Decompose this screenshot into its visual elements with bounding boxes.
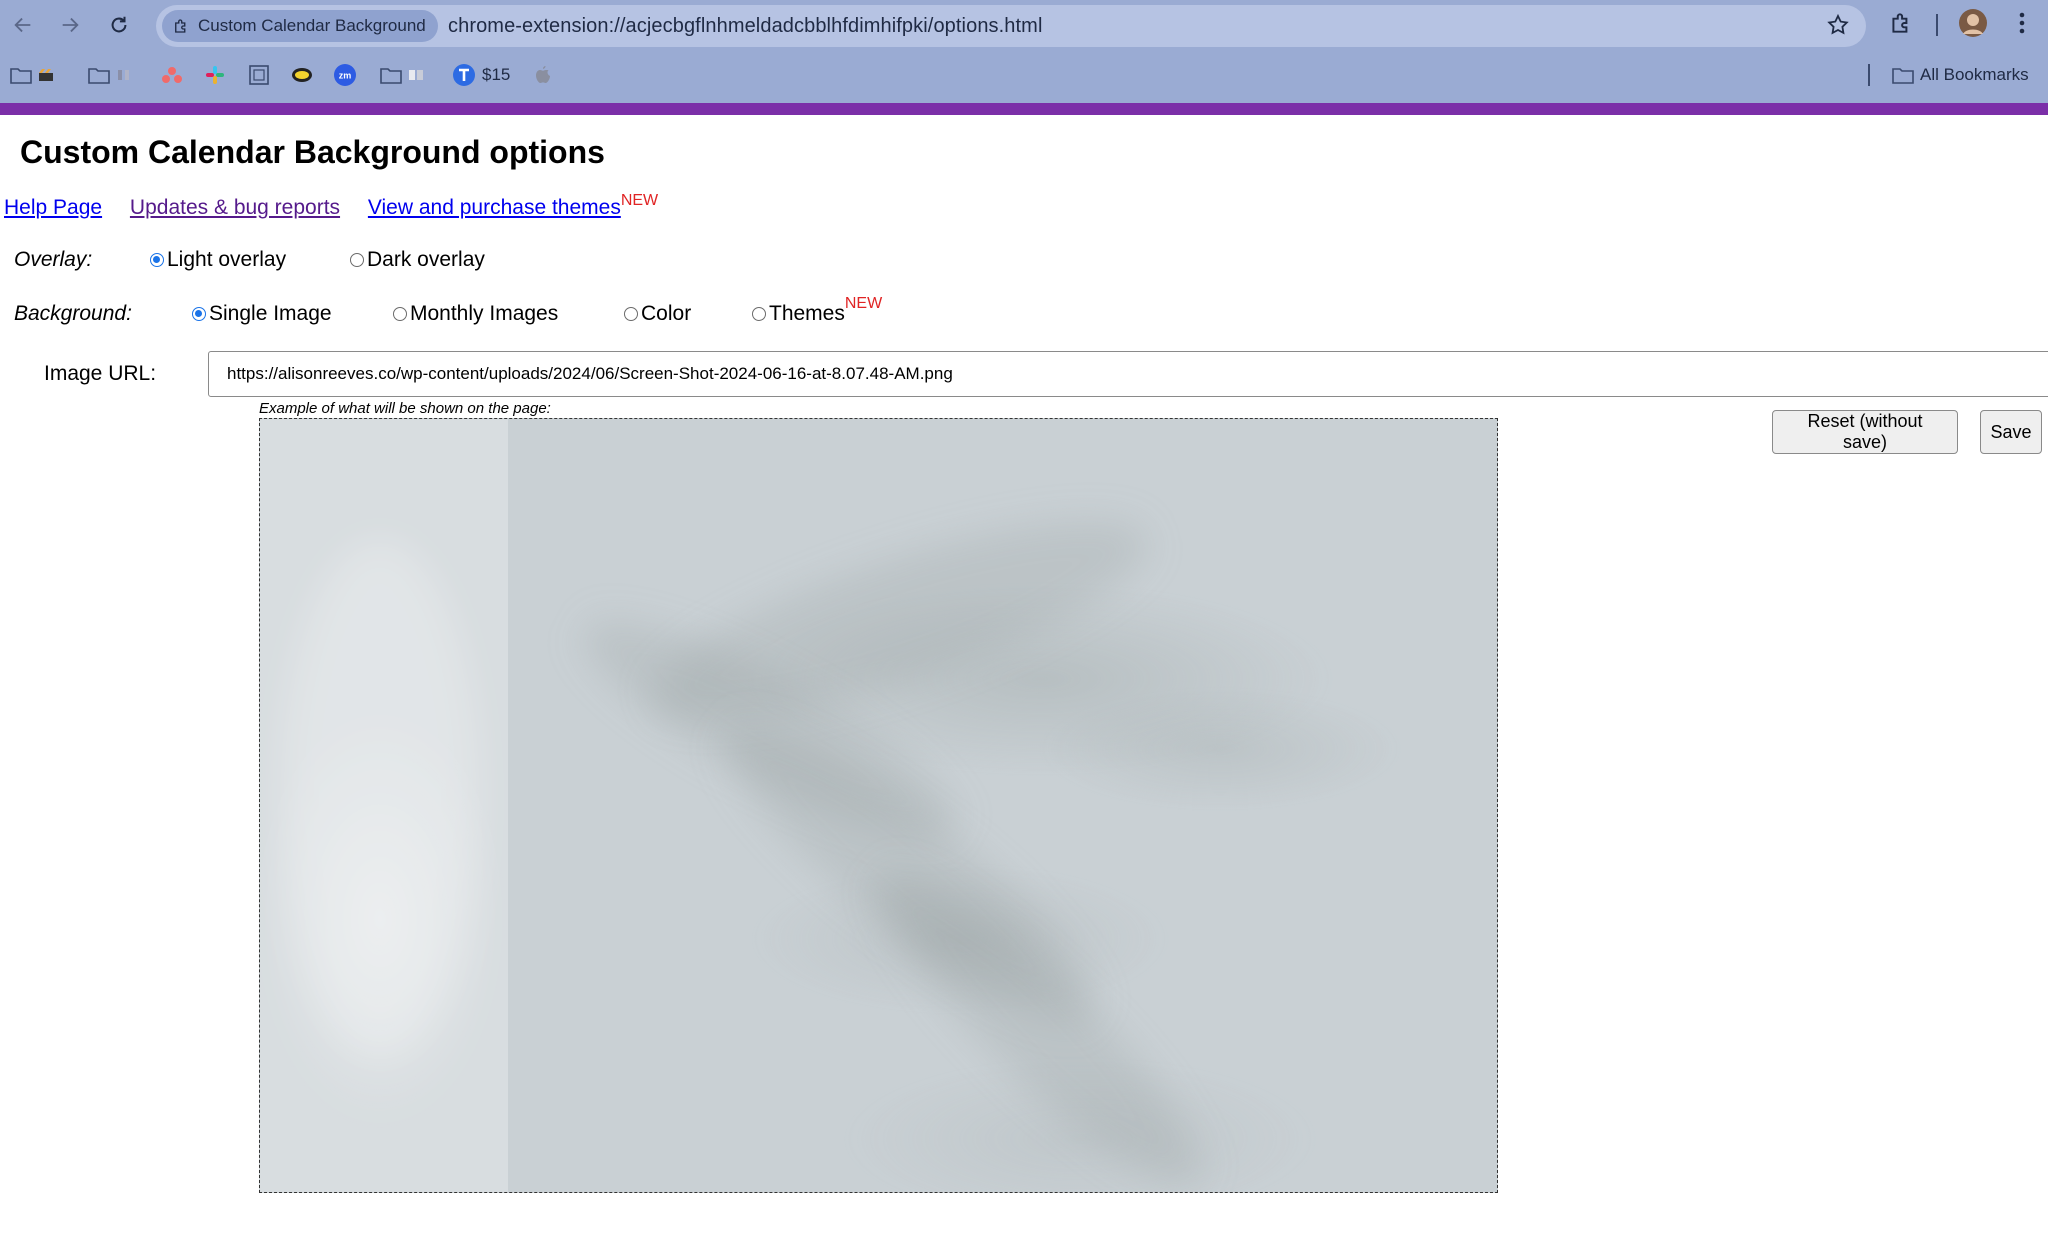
- bookmark-folder-1[interactable]: [10, 62, 54, 88]
- folder-icon: [10, 68, 32, 84]
- preview-caption: Example of what will be shown on the pag…: [259, 400, 551, 417]
- view-purchase-themes-link[interactable]: View and purchase themes: [368, 196, 621, 219]
- bookmark-price[interactable]: $15: [452, 62, 510, 88]
- light-overlay-label: Light overlay: [167, 248, 287, 271]
- bookmark-frame[interactable]: [248, 62, 270, 88]
- background-option-monthly[interactable]: Monthly Images: [393, 302, 558, 326]
- dark-overlay-radio[interactable]: [350, 253, 364, 267]
- bookmark-folder-2[interactable]: [88, 62, 132, 88]
- new-badge: NEW: [620, 192, 659, 209]
- reset-button[interactable]: Reset (without save): [1772, 410, 1958, 454]
- header-links: Help Page Updates & bug reports View and…: [4, 192, 658, 220]
- slack-icon: [206, 66, 224, 84]
- monthly-images-label: Monthly Images: [410, 302, 559, 325]
- monthly-images-radio[interactable]: [393, 307, 407, 321]
- background-option-themes[interactable]: Themes NEW: [752, 295, 882, 326]
- tools-icon: [118, 70, 129, 80]
- bookmark-zoom[interactable]: zm: [333, 62, 357, 88]
- reload-icon: [111, 16, 127, 33]
- folder-icon: [1892, 68, 1914, 84]
- browser-chrome: Custom Calendar Background chrome-extens…: [0, 0, 2048, 103]
- avatar-icon: [1959, 9, 1987, 37]
- themes-new-badge: NEW: [844, 295, 883, 312]
- extensions-button[interactable]: [1888, 10, 1914, 41]
- reload-button[interactable]: [104, 10, 134, 40]
- image-url-input[interactable]: [208, 351, 2048, 397]
- save-button[interactable]: Save: [1980, 410, 2042, 454]
- bookmark-folder-3[interactable]: [380, 62, 424, 88]
- folder-icon: [380, 68, 402, 84]
- clapper-icon: [39, 69, 53, 81]
- updates-bug-reports-link[interactable]: Updates & bug reports: [130, 196, 340, 219]
- kebab-menu-icon: [2019, 12, 2025, 34]
- themes-radio[interactable]: [752, 307, 766, 321]
- folder-icon: [88, 68, 110, 84]
- address-bar[interactable]: Custom Calendar Background chrome-extens…: [156, 5, 1866, 47]
- background-row: Background:: [14, 302, 132, 326]
- book-icon: [409, 70, 423, 80]
- puzzle-icon: [1892, 13, 1908, 33]
- overlay-option-light[interactable]: Light overlay: [150, 248, 286, 272]
- single-image-label: Single Image: [209, 302, 332, 325]
- overlay-row: Overlay:: [14, 248, 92, 272]
- star-icon: [1827, 13, 1849, 35]
- help-page-link[interactable]: Help Page: [4, 196, 102, 219]
- toolbar-separator: [1936, 14, 1938, 36]
- bookmark-loop[interactable]: [290, 62, 314, 88]
- single-image-radio[interactable]: [192, 307, 206, 321]
- bookmark-star-button[interactable]: [1826, 13, 1850, 42]
- background-label: Background:: [14, 302, 132, 325]
- apple-icon: [536, 66, 550, 83]
- arrow-right-icon: [62, 17, 79, 33]
- bookmarks-separator: [1868, 64, 1870, 86]
- bookmark-apple[interactable]: [534, 62, 552, 88]
- svg-text:zm: zm: [339, 71, 352, 81]
- dark-overlay-label: Dark overlay: [367, 248, 485, 271]
- light-overlay-radio[interactable]: [150, 253, 164, 267]
- url-text[interactable]: chrome-extension://acjecbgflnhmeldadcbbl…: [448, 15, 1043, 38]
- t-logo-icon: [453, 64, 475, 86]
- all-bookmarks-label: All Bookmarks: [1920, 65, 2029, 84]
- image-url-label: Image URL:: [44, 362, 157, 385]
- extension-chip-label: Custom Calendar Background: [198, 16, 426, 35]
- preview-light-panel: [260, 419, 508, 1192]
- bookmark-price-label: $15: [482, 65, 511, 84]
- overlay-label: Overlay:: [14, 248, 93, 271]
- background-option-color[interactable]: Color: [624, 302, 691, 326]
- zoom-icon: zm: [334, 64, 356, 86]
- preview-shadow: [847, 840, 1233, 1192]
- background-preview: [259, 418, 1498, 1193]
- puzzle-icon: [175, 19, 186, 33]
- color-label: Color: [641, 302, 692, 325]
- page-title: Custom Calendar Background options: [20, 134, 605, 170]
- bookmark-asana[interactable]: [162, 62, 182, 88]
- extension-chip[interactable]: Custom Calendar Background: [162, 10, 438, 42]
- themes-label: Themes: [769, 302, 845, 325]
- bookmark-slack[interactable]: [205, 62, 225, 88]
- all-bookmarks-button[interactable]: All Bookmarks: [1892, 62, 2029, 88]
- profile-avatar[interactable]: [1958, 8, 1988, 43]
- frame-icon: [249, 65, 269, 85]
- background-option-single[interactable]: Single Image: [192, 302, 332, 326]
- forward-button[interactable]: [55, 10, 85, 40]
- accent-bar: [0, 103, 2048, 115]
- chrome-menu-button[interactable]: [2010, 10, 2034, 41]
- loop-icon: [292, 68, 312, 82]
- arrow-left-icon: [14, 17, 31, 33]
- back-button[interactable]: [8, 10, 38, 40]
- overlay-option-dark[interactable]: Dark overlay: [350, 248, 485, 272]
- asana-icon: [162, 67, 182, 83]
- color-radio[interactable]: [624, 307, 638, 321]
